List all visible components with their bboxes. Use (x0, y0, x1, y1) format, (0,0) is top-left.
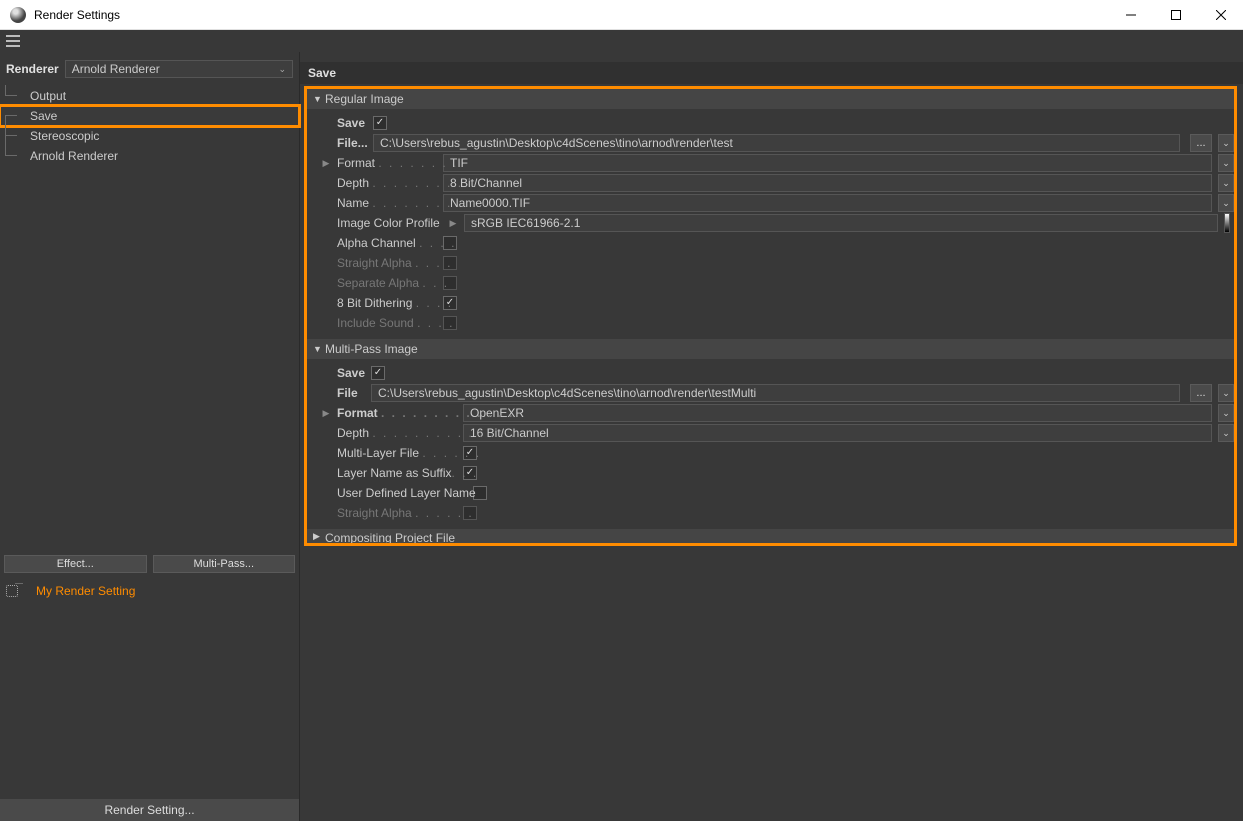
multi-depth-select[interactable]: 16 Bit/Channel (463, 424, 1212, 442)
panel-title: Save (300, 62, 1243, 84)
multi-lns-label: Layer Name as Suffix. . . (337, 466, 457, 480)
multi-format-label: Format . . . . . . . . . . . . . (337, 406, 457, 420)
app-icon (10, 7, 26, 23)
sidebar-item-stereoscopic[interactable]: Stereoscopic (18, 126, 299, 146)
chevron-down-icon[interactable]: ⌄ (1218, 154, 1234, 172)
regular-file-input[interactable]: C:\Users\rebus_agustin\Desktop\c4dScenes… (373, 134, 1180, 152)
chevron-down-icon[interactable]: ⌄ (1218, 424, 1234, 442)
multi-file-browse-button[interactable]: ... (1190, 384, 1212, 402)
multi-file-dropdown[interactable]: ⌄ (1218, 384, 1234, 402)
regular-dither-label: 8 Bit Dithering . . . . (337, 296, 437, 310)
chevron-down-icon[interactable]: ⌄ (1218, 174, 1234, 192)
active-setting-icon (6, 585, 18, 597)
maximize-button[interactable] (1153, 0, 1198, 30)
caret-right-icon[interactable]: ▶ (321, 408, 331, 419)
sidebar-tree: Output Save Stereoscopic Arnold Renderer (0, 82, 299, 166)
save-settings-highlight: ▼ Regular Image Save File... C:\Users\re… (304, 86, 1237, 546)
renderer-select[interactable]: Arnold Renderer ⌄ (65, 60, 293, 78)
window-title: Render Settings (34, 8, 120, 22)
multi-straight-label: Straight Alpha . . . . . . (337, 506, 457, 520)
content-panel: Save ▼ Regular Image Save File... C:\Use… (300, 52, 1243, 821)
color-gradient-icon (1224, 213, 1230, 233)
chevron-down-icon[interactable]: ⌄ (1218, 194, 1234, 212)
regular-file-dropdown[interactable]: ⌄ (1218, 134, 1234, 152)
caret-right-icon: ▶ (313, 531, 321, 542)
multi-file-input[interactable]: C:\Users\rebus_agustin\Desktop\c4dScenes… (371, 384, 1180, 402)
regular-name-select[interactable]: Name0000.TIF (443, 194, 1212, 212)
regular-straight-label: Straight Alpha . . . . (337, 256, 437, 270)
regular-sound-label: Include Sound . . . . (337, 316, 437, 330)
multi-save-checkbox[interactable] (371, 366, 385, 380)
regular-file-label: File... (337, 136, 367, 150)
render-setting-button[interactable]: Render Setting... (0, 799, 299, 821)
regular-depth-label: Depth . . . . . . . . . (337, 176, 437, 190)
my-render-setting-label: My Render Setting (24, 584, 135, 598)
multi-file-label: File (337, 386, 365, 400)
multi-format-select[interactable]: OpenEXR (463, 404, 1212, 422)
regular-save-checkbox[interactable] (373, 116, 387, 130)
caret-right-icon[interactable]: ▶ (448, 218, 458, 229)
multi-mlf-label: Multi-Layer File . . . . . . (337, 446, 457, 460)
sidebar-item-output[interactable]: Output (18, 86, 299, 106)
regular-separate-label: Separate Alpha . . . (337, 276, 437, 290)
multi-save-label: Save (337, 366, 365, 380)
caret-down-icon: ▼ (313, 344, 321, 354)
multi-depth-label: Depth . . . . . . . . . . . . . . (337, 426, 457, 440)
regular-format-select[interactable]: TIF (443, 154, 1212, 172)
regular-alpha-label: Alpha Channel . . . . (337, 236, 437, 250)
sidebar-item-save[interactable]: Save (0, 106, 299, 126)
menu-strip (0, 30, 1243, 52)
multipass-button[interactable]: Multi-Pass... (153, 555, 296, 573)
sidebar-item-arnold[interactable]: Arnold Renderer (18, 146, 299, 166)
regular-name-label: Name . . . . . . . . . (337, 196, 437, 210)
regular-icp-label: Image Color Profile (337, 216, 442, 230)
regular-format-label: Format . . . . . . . . (337, 156, 437, 170)
chevron-down-icon: ⌄ (278, 64, 286, 75)
effect-button[interactable]: Effect... (4, 555, 147, 573)
minimize-button[interactable] (1108, 0, 1153, 30)
regular-file-browse-button[interactable]: ... (1190, 134, 1212, 152)
section-compositing[interactable]: ▶ Compositing Project File (307, 529, 1234, 543)
renderer-value: Arnold Renderer (72, 62, 160, 76)
my-render-setting-row[interactable]: My Render Setting (0, 577, 299, 599)
multi-udln-label: User Defined Layer Name (337, 486, 467, 500)
regular-save-label: Save (337, 116, 367, 130)
hamburger-icon[interactable] (6, 35, 20, 47)
regular-icp-input[interactable]: sRGB IEC61966-2.1 (464, 214, 1218, 232)
renderer-label: Renderer (6, 62, 59, 76)
window-titlebar: Render Settings (0, 0, 1243, 30)
section-multipass-image[interactable]: ▼ Multi-Pass Image (307, 339, 1234, 359)
regular-depth-select[interactable]: 8 Bit/Channel (443, 174, 1212, 192)
close-button[interactable] (1198, 0, 1243, 30)
section-regular-image[interactable]: ▼ Regular Image (307, 89, 1234, 109)
sidebar: Renderer Arnold Renderer ⌄ Output Save S… (0, 52, 300, 821)
caret-down-icon: ▼ (313, 94, 321, 104)
caret-right-icon[interactable]: ▶ (321, 158, 331, 169)
chevron-down-icon[interactable]: ⌄ (1218, 404, 1234, 422)
